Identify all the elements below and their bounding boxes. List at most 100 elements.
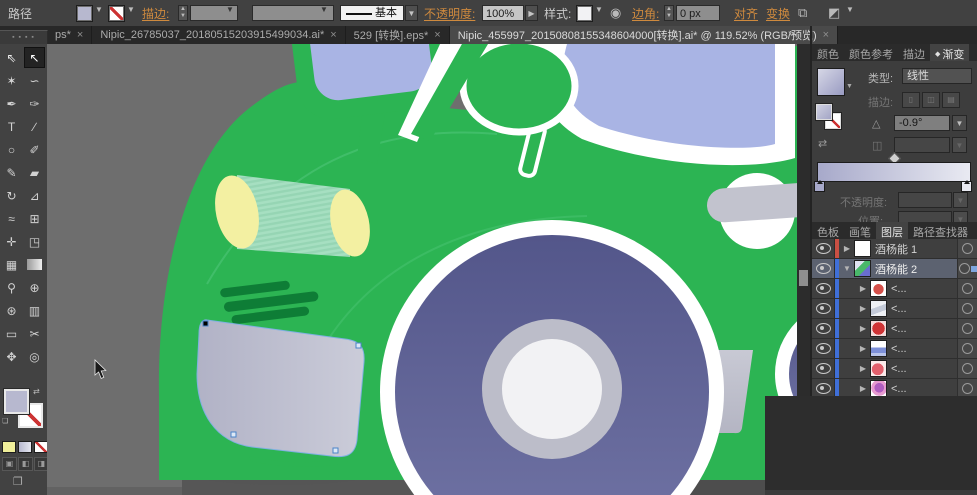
sublayer-name[interactable]: <... — [891, 303, 907, 315]
ellipse-tool[interactable]: ○ — [1, 139, 22, 160]
style-dropdown-icon[interactable]: ▼ — [595, 5, 603, 14]
magic-wand-tool[interactable]: ✶ — [1, 70, 22, 91]
visibility-cell[interactable] — [812, 239, 835, 258]
sublayer-row-1[interactable]: ▶ <... — [812, 279, 977, 299]
document-tab-2[interactable]: Nipic_26785037_20180515203915499034.ai* … — [92, 26, 345, 44]
align-objects-icon[interactable]: ⧉ — [798, 5, 807, 21]
gradient-swatch[interactable] — [817, 68, 845, 96]
stroke-link[interactable]: 描边: — [142, 5, 169, 22]
expand-icon[interactable]: ▶ — [858, 364, 868, 373]
target-icon[interactable] — [962, 323, 973, 334]
document-tab-1[interactable]: ps* × — [47, 26, 92, 44]
tab-close-icon[interactable]: × — [330, 29, 336, 41]
sublayer-name[interactable]: <... — [891, 323, 907, 335]
corner-link[interactable]: 边角: — [632, 5, 659, 22]
align-link[interactable]: 对齐 — [734, 5, 758, 22]
tab-gradient-active[interactable]: ◆ 渐变 — [930, 44, 969, 61]
scale-tool[interactable]: ⊿ — [24, 185, 45, 206]
default-fill-stroke-icon[interactable]: ❏ — [2, 417, 8, 425]
expand-icon[interactable]: ▶ — [858, 384, 868, 393]
target-cell[interactable] — [957, 359, 977, 378]
constrain-icon[interactable]: ◩ — [828, 5, 840, 21]
target-cell[interactable] — [957, 239, 977, 258]
tab-close-icon[interactable]: × — [434, 29, 440, 41]
visibility-cell[interactable] — [812, 319, 835, 338]
gradient-swatch-dropdown-icon[interactable]: ▼ — [846, 83, 853, 90]
constrain-dropdown-icon[interactable]: ▼ — [846, 5, 854, 14]
tab-close-icon[interactable]: × — [823, 29, 829, 41]
draw-behind-icon[interactable]: ◧ — [18, 457, 33, 471]
wheel-hub[interactable] — [502, 339, 602, 439]
screen-mode-icon[interactable]: ❐ — [13, 475, 23, 488]
tab-overflow-icon[interactable]: » — [788, 28, 793, 40]
eye-icon[interactable] — [816, 243, 831, 254]
target-icon[interactable] — [962, 343, 973, 354]
blend-tool[interactable]: ⊕ — [24, 277, 45, 298]
sublayer-name[interactable]: <... — [891, 383, 907, 395]
expand-icon[interactable]: ▶ — [858, 324, 868, 333]
eye-icon[interactable] — [816, 263, 831, 274]
eye-icon[interactable] — [816, 363, 831, 374]
layer-name[interactable]: 酒杨能 2 — [875, 261, 917, 277]
tab-brushes[interactable]: 画笔 — [844, 222, 876, 239]
tab-pathfinder[interactable]: 路径查找器 — [908, 222, 973, 239]
fill-indicator[interactable] — [4, 389, 29, 414]
target-icon[interactable] — [962, 243, 973, 254]
eye-icon[interactable] — [816, 303, 831, 314]
eye-icon[interactable] — [816, 283, 831, 294]
stroke-across-button[interactable]: ▤ — [942, 92, 960, 108]
pencil-tool[interactable]: ✎ — [1, 162, 22, 183]
target-icon[interactable] — [962, 283, 973, 294]
expand-icon[interactable]: ▶ — [858, 344, 868, 353]
hand-tool[interactable]: ✥ — [1, 346, 22, 367]
brush-definition[interactable]: 基本 — [340, 5, 404, 21]
line-tool[interactable]: ∕ — [24, 116, 45, 137]
graph-tool[interactable]: ▥ — [24, 300, 45, 321]
sublayer-row-3[interactable]: ▶ <... — [812, 319, 977, 339]
selection-tool[interactable]: ↖ — [24, 47, 45, 68]
lasso-tool[interactable]: ∽ — [24, 70, 45, 91]
gradient-stop-right[interactable] — [961, 181, 972, 192]
sublayer-name[interactable]: <... — [891, 363, 907, 375]
gradient-angle-value[interactable]: -0.9° — [894, 115, 950, 131]
sublayer-thumbnail[interactable] — [870, 300, 887, 317]
target-cell[interactable] — [957, 319, 977, 338]
gradient-tool[interactable]: ▩ — [27, 259, 42, 270]
layer-thumbnail[interactable] — [854, 260, 871, 277]
color-button[interactable] — [2, 441, 16, 453]
tab-color-guide[interactable]: 颜色参考 — [844, 44, 898, 61]
rotate-tool[interactable]: ↻ — [1, 185, 22, 206]
width-tool[interactable]: ≈ — [1, 208, 22, 229]
shape-builder-tool[interactable]: ✛ — [1, 231, 22, 252]
stroke-weight-stepper[interactable]: ▲▼ — [178, 5, 188, 21]
sublayer-name[interactable]: <... — [891, 343, 907, 355]
tab-close-icon[interactable]: × — [77, 29, 83, 41]
target-cell[interactable] — [957, 279, 977, 298]
width-profile-dropdown-icon[interactable]: ▼ — [320, 5, 328, 14]
style-swatch[interactable] — [576, 5, 593, 22]
sublayer-row-4[interactable]: ▶ <... — [812, 339, 977, 359]
visibility-cell[interactable] — [812, 359, 835, 378]
eye-icon[interactable] — [816, 323, 831, 334]
scrollbar-thumb[interactable] — [799, 270, 808, 286]
draw-normal-icon[interactable]: ▣ — [2, 457, 17, 471]
zoom-tool[interactable]: ◎ — [24, 346, 45, 367]
corner-value[interactable]: 0 px — [676, 5, 720, 21]
artwork-canvas[interactable] — [47, 44, 810, 495]
target-cell[interactable] — [957, 299, 977, 318]
visibility-cell[interactable] — [812, 339, 835, 358]
eraser-tool[interactable]: ▰ — [24, 162, 45, 183]
swap-fill-stroke-icon[interactable]: ⇄ — [33, 387, 40, 396]
tools-panel-grip[interactable]: ▪ ▪ ▪ ▪ — [0, 31, 47, 44]
sublayer-thumbnail[interactable] — [870, 380, 887, 397]
type-tool[interactable]: T — [1, 116, 22, 137]
layer-row-1[interactable]: ▶ 酒杨能 1 — [812, 239, 977, 259]
tab-layers-active[interactable]: 图层 — [876, 222, 908, 239]
eyedropper-tool[interactable]: ⚲ — [1, 277, 22, 298]
visibility-cell[interactable] — [812, 259, 835, 278]
gradient-button[interactable] — [18, 441, 32, 453]
document-tab-4-active[interactable]: Nipic_455997_20150808155348604000[转换].ai… — [450, 26, 838, 44]
eye-icon[interactable] — [816, 343, 831, 354]
visibility-cell[interactable] — [812, 279, 835, 298]
gradient-type-select[interactable]: 线性 — [902, 68, 972, 84]
